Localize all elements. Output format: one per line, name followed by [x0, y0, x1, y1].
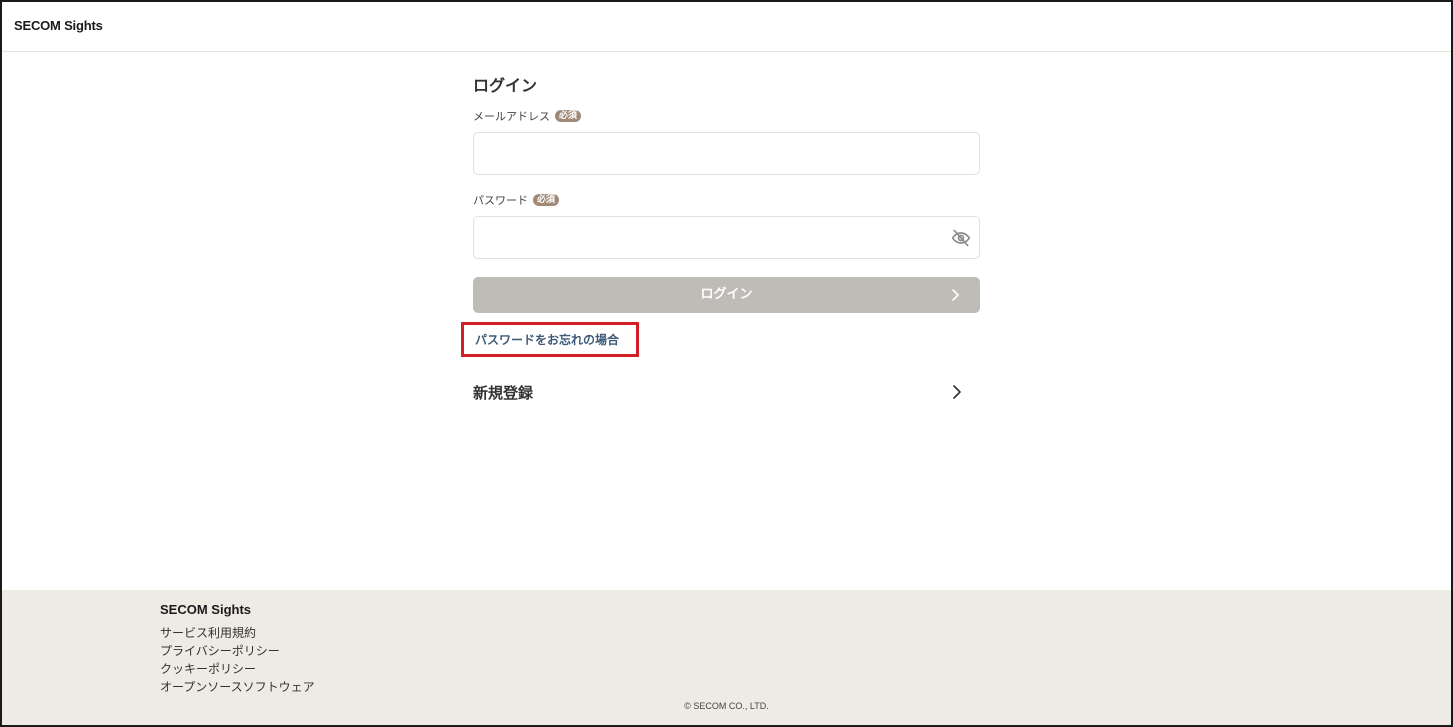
email-field[interactable] — [474, 133, 979, 174]
page-title: ログイン — [473, 76, 538, 95]
footer-logo: SECOM Sights — [160, 602, 252, 617]
copyright: © SECOM CO., LTD. — [684, 701, 769, 711]
header: SECOM Sights — [2, 2, 1451, 52]
login-button-label: ログイン — [700, 287, 753, 302]
register-row[interactable]: 新規登録 — [473, 374, 980, 410]
email-required-badge: 必須 — [555, 110, 582, 122]
footer-link-item: オープンソースソフトウェア — [160, 678, 315, 696]
password-required-badge: 必須 — [533, 194, 560, 206]
footer-link-privacy[interactable]: プライバシーポリシー — [160, 644, 280, 658]
footer-links: サービス利用規約 プライバシーポリシー クッキーポリシー オープンソースソフトウ… — [160, 624, 315, 696]
register-label: 新規登録 — [473, 383, 534, 402]
email-label: メールアドレス — [473, 110, 550, 123]
footer-link-terms[interactable]: サービス利用規約 — [160, 626, 256, 640]
chevron-right-icon — [950, 277, 960, 313]
chevron-right-icon — [952, 384, 962, 400]
password-label-row: パスワード 必須 — [473, 192, 980, 208]
page-frame: SECOM Sights ログイン メールアドレス 必須 パスワード 必須 ログ… — [0, 0, 1453, 727]
password-field-box — [473, 216, 980, 259]
forgot-password-highlight: パスワードをお忘れの場合 — [461, 322, 639, 357]
footer-link-item: プライバシーポリシー — [160, 642, 315, 660]
email-label-row: メールアドレス 必須 — [473, 108, 980, 124]
header-logo[interactable]: SECOM Sights — [14, 18, 103, 33]
footer-link-cookie[interactable]: クッキーポリシー — [160, 662, 256, 676]
login-form: ログイン メールアドレス 必須 パスワード 必須 ログイン パスワードをお忘れの… — [461, 72, 980, 402]
footer: SECOM Sights サービス利用規約 プライバシーポリシー クッキーポリシ… — [2, 590, 1451, 725]
forgot-password-link[interactable]: パスワードをお忘れの場合 — [475, 331, 619, 348]
footer-link-item: サービス利用規約 — [160, 624, 315, 642]
password-label: パスワード — [473, 194, 528, 207]
login-button[interactable]: ログイン — [473, 277, 980, 313]
footer-link-item: クッキーポリシー — [160, 660, 315, 678]
email-field-box — [473, 132, 980, 175]
footer-link-oss[interactable]: オープンソースソフトウェア — [160, 680, 315, 694]
password-field[interactable] — [474, 217, 979, 258]
eye-off-icon[interactable] — [951, 228, 971, 248]
